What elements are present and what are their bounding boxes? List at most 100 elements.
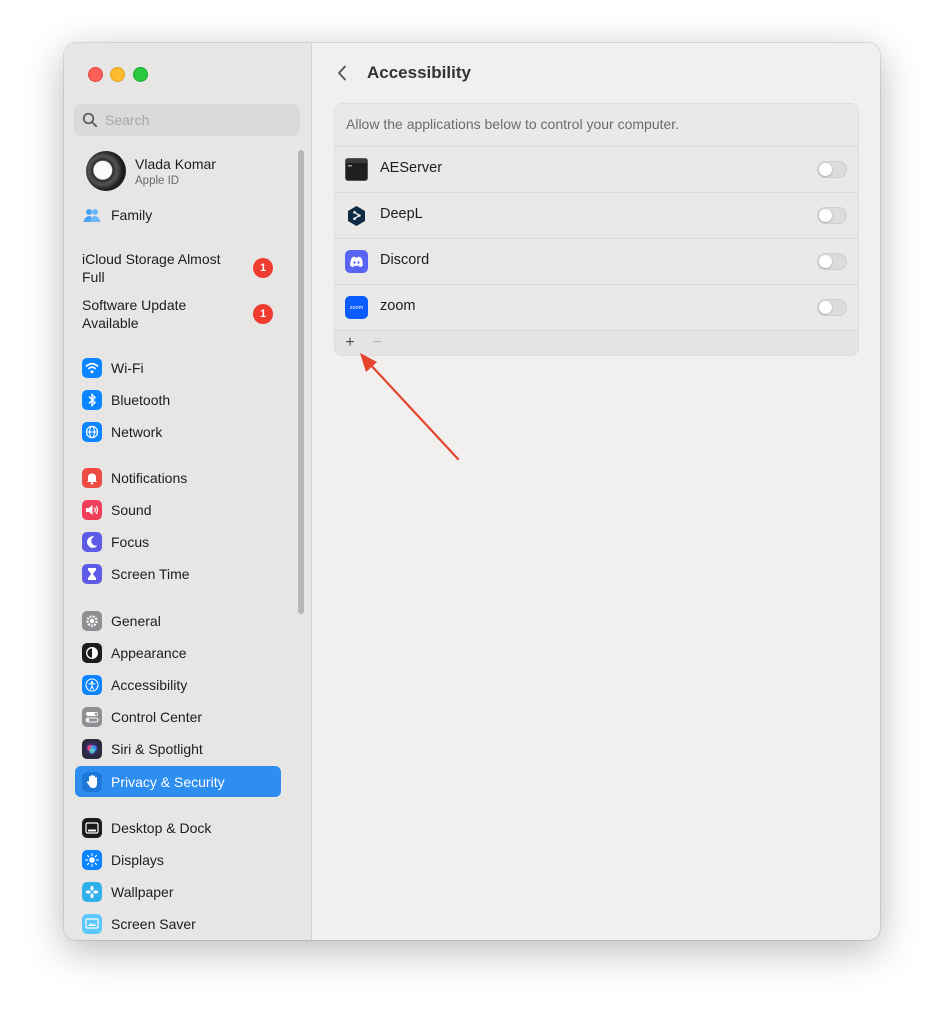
alert-label: iCloud Storage Almost Full xyxy=(82,251,221,285)
sidebar-item-screen-saver[interactable]: Screen Saver xyxy=(76,910,281,938)
icloud-storage-alert[interactable]: iCloud Storage Almost Full 1 xyxy=(82,250,292,286)
sidebar-item-general[interactable]: General xyxy=(76,607,281,635)
app-name: DeepL xyxy=(380,206,423,222)
sidebar-scrollbar[interactable] xyxy=(298,150,304,614)
sidebar-item-label: Screen Saver xyxy=(111,916,196,932)
page-title: Accessibility xyxy=(367,63,471,82)
speaker-icon xyxy=(82,500,102,520)
sidebar-item-label: Siri & Spotlight xyxy=(111,741,203,757)
user-name: Vlada Komar xyxy=(135,156,216,172)
sidebar-item-label: Bluetooth xyxy=(111,392,171,408)
back-button[interactable] xyxy=(332,61,352,85)
moon-icon xyxy=(82,532,102,552)
chevron-left-icon xyxy=(338,65,346,81)
alert-label: Software Update Available xyxy=(82,297,187,331)
app-row-aeserver: AEServer xyxy=(335,146,858,192)
sidebar-item-label: Wi-Fi xyxy=(111,360,144,376)
sidebar-item-label: Sound xyxy=(111,502,152,518)
hand-icon xyxy=(82,771,102,792)
wifi-icon xyxy=(82,358,102,378)
app-toggle-aeserver[interactable] xyxy=(817,161,847,178)
sidebar-item-wifi[interactable]: Wi-Fi xyxy=(76,354,281,382)
accessibility-icon xyxy=(82,675,102,695)
sidebar-item-label: Family xyxy=(111,207,153,223)
alert-badge: 1 xyxy=(253,258,273,278)
sidebar-item-notifications[interactable]: Notifications xyxy=(76,464,281,492)
sidebar-item-label: Displays xyxy=(111,852,164,868)
globe-icon xyxy=(82,422,102,442)
sidebar-item-label: Screen Time xyxy=(111,566,190,582)
discord-icon xyxy=(345,250,368,273)
bell-icon xyxy=(82,468,102,488)
sidebar-item-label: Desktop & Dock xyxy=(111,820,212,836)
app-name: zoom xyxy=(380,298,416,314)
gear-icon xyxy=(82,611,102,631)
zoom-window-button[interactable] xyxy=(133,67,148,82)
toggle-knob xyxy=(819,255,832,268)
sidebar-item-family[interactable]: Family xyxy=(76,201,281,229)
zoom-icon: zoom xyxy=(345,296,368,319)
add-app-button[interactable]: + xyxy=(341,333,359,353)
terminal-icon xyxy=(345,158,368,181)
toggle-knob xyxy=(819,209,832,222)
settings-window: Vlada Komar Apple ID Family iCloud Stora… xyxy=(64,43,880,940)
sun-icon xyxy=(82,850,102,870)
app-row-zoom: zoom zoom xyxy=(335,284,858,330)
hourglass-icon xyxy=(82,564,102,584)
accessibility-apps-panel: Allow the applications below to control … xyxy=(334,103,859,356)
sidebar-item-bluetooth[interactable]: Bluetooth xyxy=(76,386,281,414)
sidebar-item-desktop-dock[interactable]: Desktop & Dock xyxy=(76,814,281,842)
app-toggle-discord[interactable] xyxy=(817,253,847,270)
sidebar-item-label: Focus xyxy=(111,534,150,550)
apple-id-label: Apple ID xyxy=(135,175,180,187)
sidebar-item-control-center[interactable]: Control Center xyxy=(76,703,281,731)
search-input[interactable] xyxy=(105,110,290,130)
family-icon xyxy=(82,205,102,225)
deepl-icon xyxy=(345,204,368,227)
app-name: Discord xyxy=(380,252,430,268)
siri-icon xyxy=(82,739,102,759)
control-center-icon xyxy=(82,707,102,727)
sidebar-item-label: Control Center xyxy=(111,709,203,725)
sidebar-item-network[interactable]: Network xyxy=(76,418,281,446)
app-row-discord: Discord xyxy=(335,238,858,284)
close-window-button[interactable] xyxy=(88,67,103,82)
sidebar-item-label: Accessibility xyxy=(111,677,188,693)
zoom-icon-text: zoom xyxy=(349,304,364,311)
sidebar-item-label: Privacy & Security xyxy=(111,773,225,790)
main-content: Accessibility Allow the applications bel… xyxy=(312,43,880,940)
alert-badge: 1 xyxy=(253,304,273,324)
sidebar-item-label: Network xyxy=(111,424,163,440)
dock-icon xyxy=(82,818,102,838)
sidebar-item-label: Notifications xyxy=(111,470,188,486)
search-icon xyxy=(82,112,98,128)
app-row-deepl: DeepL xyxy=(335,192,858,238)
sidebar-item-screen-time[interactable]: Screen Time xyxy=(76,560,281,588)
sidebar-item-accessibility[interactable]: Accessibility xyxy=(76,671,281,699)
app-toggle-zoom[interactable] xyxy=(817,299,847,316)
flower-icon xyxy=(82,882,102,902)
app-name: AEServer xyxy=(380,160,443,176)
sidebar-item-appearance[interactable]: Appearance xyxy=(76,639,281,667)
sidebar-item-displays[interactable]: Displays xyxy=(76,846,281,874)
bluetooth-icon xyxy=(82,390,102,410)
sidebar-item-sound[interactable]: Sound xyxy=(76,496,281,524)
appearance-icon xyxy=(82,643,102,663)
sidebar-item-label: Wallpaper xyxy=(111,884,174,900)
sidebar-item-label: General xyxy=(111,613,161,629)
minimize-window-button[interactable] xyxy=(110,67,125,82)
remove-app-button[interactable]: − xyxy=(368,333,386,353)
sidebar-item-siri-spotlight[interactable]: Siri & Spotlight xyxy=(76,735,281,763)
panel-footer: + − xyxy=(335,330,858,355)
sidebar-item-focus[interactable]: Focus xyxy=(76,528,281,556)
sidebar-item-label: Appearance xyxy=(111,645,187,661)
sidebar-item-privacy-security[interactable]: Privacy & Security xyxy=(75,766,281,797)
sidebar-item-wallpaper[interactable]: Wallpaper xyxy=(76,878,281,906)
search-field[interactable] xyxy=(74,104,300,136)
app-toggle-deepl[interactable] xyxy=(817,207,847,224)
screen-saver-icon xyxy=(82,914,102,934)
panel-description: Allow the applications below to control … xyxy=(346,116,680,132)
toggle-knob xyxy=(819,301,832,314)
software-update-alert[interactable]: Software Update Available 1 xyxy=(82,296,292,332)
sidebar: Vlada Komar Apple ID Family iCloud Stora… xyxy=(64,43,312,940)
